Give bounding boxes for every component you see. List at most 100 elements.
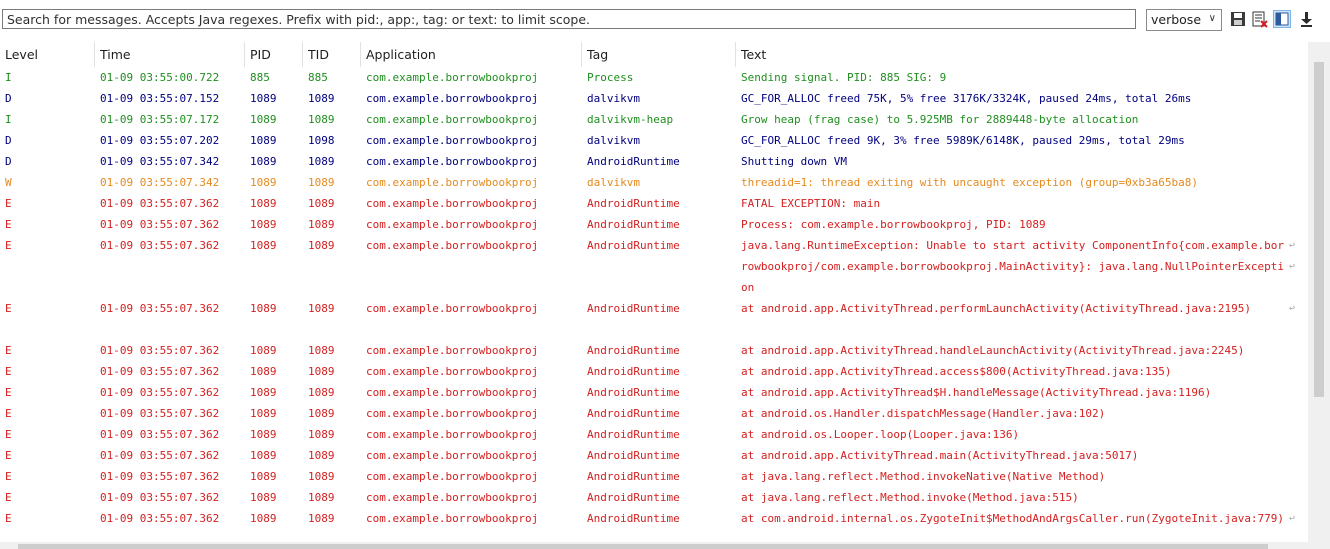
- timestamp-cell: 01-09 03:55:00.722: [100, 71, 220, 84]
- tag-cell: AndroidRuntime: [587, 407, 680, 420]
- table-row[interactable]: D 01-09 03:55:07.202 1089 1098 com.example.b…: [0, 130, 1308, 151]
- tag-cell: dalvikvm: [587, 92, 640, 105]
- log-level-cell: E: [5, 197, 12, 210]
- column-header-text[interactable]: Text: [736, 42, 1308, 67]
- column-header-pid[interactable]: PID: [245, 42, 303, 67]
- message-text-cell: at android.app.ActivityThread.performLau…: [741, 302, 1251, 315]
- timestamp-cell: 01-09 03:55:07.362: [100, 218, 220, 231]
- message-text-cell: at android.app.ActivityThread.access$800…: [741, 365, 1172, 378]
- tid-cell: 1089: [308, 239, 335, 252]
- application-cell: com.example.borrowbookproj: [366, 71, 539, 84]
- application-cell: com.example.borrowbookproj: [366, 512, 539, 525]
- table-row[interactable]: I 01-09 03:55:00.722 885 885 com.example.bor…: [0, 67, 1308, 88]
- application-cell: com.example.borrowbookproj: [366, 344, 539, 357]
- vertical-scrollbar[interactable]: [1308, 42, 1330, 549]
- pid-cell: 1089: [250, 134, 277, 147]
- table-row[interactable]: E 01-09 03:55:07.362 1089 1089 com.example.b…: [0, 403, 1308, 424]
- message-text-cell: at android.os.Handler.dispatchMessage(Ha…: [741, 407, 1106, 420]
- log-level-select[interactable]: verbose ∨: [1146, 9, 1222, 31]
- message-text-cell: Process: com.example.borrowbookproj, PID…: [741, 218, 1046, 231]
- message-text-cell: at java.lang.reflect.Method.invokeNative…: [741, 470, 1106, 483]
- application-cell: com.example.borrowbookproj: [366, 197, 539, 210]
- table-row[interactable]: W 01-09 03:55:07.342 1089 1089 com.example.b…: [0, 172, 1308, 193]
- message-text-cell: FATAL EXCEPTION: main: [741, 197, 881, 210]
- application-cell: com.example.borrowbookproj: [366, 491, 539, 504]
- column-header-tag[interactable]: Tag: [582, 42, 736, 67]
- table-row[interactable]: E 01-09 03:55:07.362 1089 1089 com.example.b…: [0, 361, 1308, 382]
- pid-cell: 1089: [250, 113, 277, 126]
- timestamp-cell: 01-09 03:55:07.342: [100, 176, 220, 189]
- table-row[interactable]: E 01-09 03:55:07.362 1089 1089 com.example.b…: [0, 382, 1308, 403]
- column-header-time[interactable]: Time: [95, 42, 245, 67]
- scroll-lock-button[interactable]: [1297, 10, 1315, 28]
- pid-cell: 1089: [250, 218, 277, 231]
- tid-cell: 1089: [308, 197, 335, 210]
- message-text-cell: at android.os.Looper.loop(Looper.java:13…: [741, 428, 1020, 441]
- timestamp-cell: 01-09 03:55:07.362: [100, 365, 220, 378]
- message-text-cell: java.lang.RuntimeException: Unable to st…: [741, 239, 1285, 294]
- timestamp-cell: 01-09 03:55:07.172: [100, 113, 220, 126]
- scroll-lock-icon: [1301, 12, 1312, 27]
- table-row[interactable]: E 01-09 03:55:07.362 1089 1089 com.example.b…: [0, 193, 1308, 214]
- log-level-cell: D: [5, 155, 12, 168]
- table-row[interactable]: E 01-09 03:55:07.362 1089 1089 com.example.b…: [0, 508, 1308, 542]
- column-header-level[interactable]: Level: [0, 42, 95, 67]
- table-row[interactable]: E 01-09 03:55:07.362 1089 1089 com.example.b…: [0, 487, 1308, 508]
- clear-log-button[interactable]: [1251, 10, 1269, 28]
- column-header-application[interactable]: Application: [361, 42, 582, 67]
- toggle-columns-button[interactable]: [1273, 10, 1291, 28]
- search-input[interactable]: [2, 9, 1136, 29]
- table-row[interactable]: E 01-09 03:55:07.362 1089 1089 com.example.b…: [0, 235, 1308, 298]
- line-wrap-icon: ↩: [1289, 240, 1296, 251]
- pid-cell: 1089: [250, 239, 277, 252]
- table-row[interactable]: I 01-09 03:55:07.172 1089 1089 com.example.b…: [0, 109, 1308, 130]
- message-text-cell: GC_FOR_ALLOC freed 75K, 5% free 3176K/33…: [741, 92, 1192, 105]
- timestamp-cell: 01-09 03:55:07.342: [100, 155, 220, 168]
- vertical-scrollbar-thumb[interactable]: [1314, 62, 1324, 397]
- message-text-cell: at android.app.ActivityThread$H.handleMe…: [741, 386, 1212, 399]
- log-level-cell: E: [5, 449, 12, 462]
- pid-cell: 1089: [250, 197, 277, 210]
- table-row[interactable]: E 01-09 03:55:07.362 1089 1089 com.example.b…: [0, 214, 1308, 235]
- pid-cell: 1089: [250, 470, 277, 483]
- table-row[interactable]: E 01-09 03:55:07.362 1089 1089 com.example.b…: [0, 424, 1308, 445]
- timestamp-cell: 01-09 03:55:07.202: [100, 134, 220, 147]
- tag-cell: AndroidRuntime: [587, 428, 680, 441]
- pid-cell: 1089: [250, 449, 277, 462]
- tag-cell: AndroidRuntime: [587, 344, 680, 357]
- log-level-cell: E: [5, 344, 12, 357]
- tid-cell: 1089: [308, 386, 335, 399]
- table-row[interactable]: E 01-09 03:55:07.362 1089 1089 com.example.b…: [0, 340, 1308, 361]
- table-row[interactable]: E 01-09 03:55:07.362 1089 1089 com.example.b…: [0, 298, 1308, 340]
- pid-cell: 1089: [250, 92, 277, 105]
- horizontal-scrollbar-thumb[interactable]: [18, 544, 1268, 549]
- table-row[interactable]: D 01-09 03:55:07.342 1089 1089 com.example.b…: [0, 151, 1308, 172]
- application-cell: com.example.borrowbookproj: [366, 470, 539, 483]
- tag-cell: dalvikvm: [587, 176, 640, 189]
- message-text-cell: at java.lang.reflect.Method.invoke(Metho…: [741, 491, 1079, 504]
- table-row[interactable]: D 01-09 03:55:07.152 1089 1089 com.example.b…: [0, 88, 1308, 109]
- pid-cell: 1089: [250, 512, 277, 525]
- log-level-value: verbose: [1151, 12, 1202, 27]
- log-level-cell: D: [5, 92, 12, 105]
- tag-cell: AndroidRuntime: [587, 512, 680, 525]
- pid-cell: 1089: [250, 302, 277, 315]
- tag-cell: AndroidRuntime: [587, 365, 680, 378]
- timestamp-cell: 01-09 03:55:07.362: [100, 386, 220, 399]
- horizontal-scrollbar[interactable]: [0, 542, 1308, 549]
- log-level-cell: E: [5, 491, 12, 504]
- table-row[interactable]: E 01-09 03:55:07.362 1089 1089 com.example.b…: [0, 445, 1308, 466]
- message-text-cell: at com.android.internal.os.ZygoteInit$Me…: [741, 512, 1285, 525]
- pid-cell: 1089: [250, 386, 277, 399]
- column-header-tid[interactable]: TID: [303, 42, 361, 67]
- pid-cell: 1089: [250, 155, 277, 168]
- log-level-cell: D: [5, 134, 12, 147]
- tid-cell: 1089: [308, 407, 335, 420]
- table-row[interactable]: E 01-09 03:55:07.362 1089 1089 com.example.b…: [0, 466, 1308, 487]
- timestamp-cell: 01-09 03:55:07.362: [100, 197, 220, 210]
- tid-cell: 1089: [308, 92, 335, 105]
- line-wrap-icon: ↩: [1289, 261, 1296, 272]
- log-level-cell: E: [5, 470, 12, 483]
- tid-cell: 1089: [308, 113, 335, 126]
- save-button[interactable]: [1229, 10, 1247, 28]
